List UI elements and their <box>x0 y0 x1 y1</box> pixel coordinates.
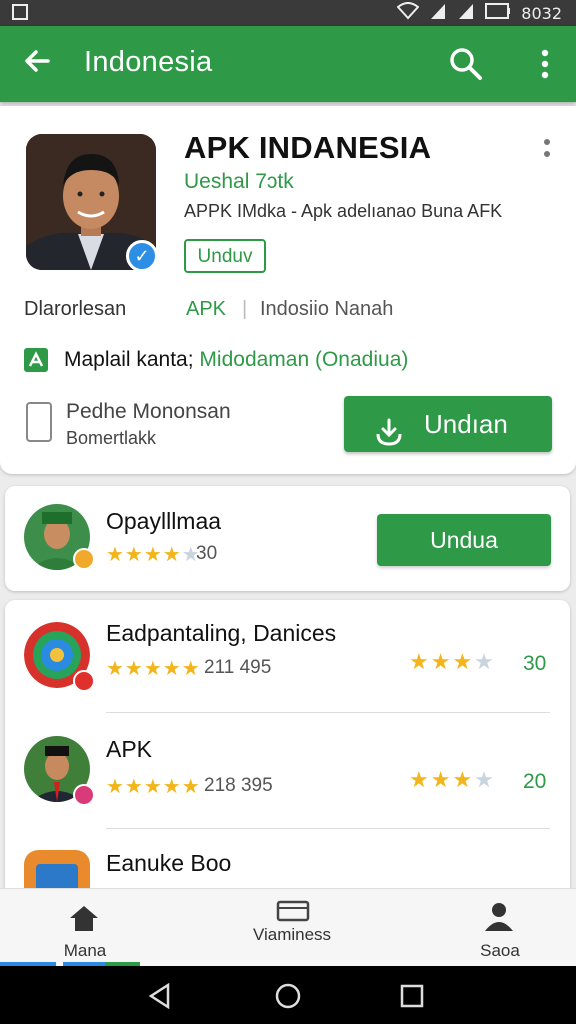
list-item-right-stars: ★★★★ <box>409 650 496 675</box>
download-icon <box>374 410 404 446</box>
app-developer[interactable]: Ueshal 7ɔtk <box>184 170 294 194</box>
meta-region: Indosiio Nanah <box>260 298 394 320</box>
list-item-right-stars: ★★★★ <box>409 768 496 793</box>
featured-app-card[interactable]: Opaylllmaa ★★★★★ 30 Undua <box>5 486 570 591</box>
list-item-title: Eanuke Boo <box>106 850 232 876</box>
list-item-title: Eadpantaling, Danices <box>106 620 337 646</box>
nav-item-window[interactable]: Viaminess <box>228 889 356 967</box>
home-circle-icon[interactable] <box>274 982 302 1015</box>
card-menu-icon[interactable] <box>540 136 554 162</box>
featured-install-button[interactable]: Undua <box>377 514 551 566</box>
list-item-right-value: 20 <box>523 770 547 793</box>
verified-badge-icon: ✓ <box>126 240 158 272</box>
nav-item-profile[interactable]: Saoa <box>450 889 550 967</box>
featured-rating-count: 30 <box>196 543 218 564</box>
app-toolbar: Indonesia <box>0 26 576 102</box>
featured-badge-icon <box>73 548 95 570</box>
list-item-rating-count: 211 495 <box>204 657 272 678</box>
signal-icon-2 <box>457 2 475 24</box>
status-time: 8032 <box>521 3 562 23</box>
info-link[interactable]: Midodaman (Onadiua) <box>199 348 408 372</box>
install-outline-button[interactable]: Unduv <box>184 239 266 273</box>
list-item-stars: ★★★★★ <box>106 656 201 680</box>
list-divider <box>106 712 550 713</box>
app-subtitle: APPK IMdka - Apk adelıanao Buna AFK <box>184 201 503 221</box>
featured-app-title: Opaylllmaa <box>106 508 222 534</box>
back-arrow-icon[interactable] <box>20 46 54 80</box>
home-icon <box>67 903 101 938</box>
device-icon <box>26 402 52 442</box>
more-options-icon[interactable] <box>530 46 560 82</box>
nav-label-home: Mana <box>63 941 107 960</box>
app-list-card: Eadpantaling, Danices ★★★★★ 211 495 ★★★★… <box>5 600 570 900</box>
wifi-icon <box>396 2 420 24</box>
meta-separator: | <box>242 298 248 320</box>
meta-type-link[interactable]: APK <box>186 298 226 321</box>
status-bar: 8032 <box>0 0 576 26</box>
device-subtitle: Bomertlakk <box>66 428 157 448</box>
info-row: Maplail kanta; Midodaman (Onadiua) <box>24 348 408 372</box>
toolbar-title: Indonesia <box>84 46 213 78</box>
notification-icon <box>12 4 28 20</box>
list-item-badge-icon <box>73 670 95 692</box>
recents-square-icon[interactable] <box>398 982 426 1015</box>
info-text: Maplail kanta; <box>64 348 194 371</box>
list-item-badge-icon <box>73 784 95 806</box>
status-icons: 8032 <box>396 2 562 24</box>
list-divider <box>106 828 550 829</box>
back-triangle-icon[interactable] <box>146 982 174 1015</box>
signal-icon <box>429 2 447 24</box>
meta-category: Dlarorlesan <box>24 298 127 320</box>
install-button[interactable]: Undıan <box>344 396 552 452</box>
install-button-label: Undıan <box>424 409 508 439</box>
list-item-title: APK <box>106 736 153 762</box>
featured-stars: ★★★★★ <box>106 542 201 566</box>
window-icon <box>276 899 310 928</box>
search-icon[interactable] <box>446 44 486 84</box>
battery-icon <box>485 3 511 23</box>
nav-label-window: Viaminess <box>252 925 332 944</box>
person-icon <box>482 899 516 938</box>
app-type-icon <box>24 348 48 372</box>
app-detail-card: ✓ APK INDANESIA Ueshal 7ɔtk APPK IMdka -… <box>0 106 576 474</box>
nav-label-profile: Saoa <box>480 941 520 960</box>
list-item-stars: ★★★★★ <box>106 774 201 798</box>
list-item-right-value: 30 <box>523 652 547 675</box>
app-title: APK INDANESIA <box>184 130 432 165</box>
bottom-navigation: Mana Viaminess Saoa <box>0 888 576 967</box>
nav-item-home[interactable]: Mana <box>30 889 140 967</box>
system-navigation-bar <box>0 966 576 1024</box>
device-title: Pedhe Mononsan <box>66 400 231 423</box>
list-item-rating-count: 218 395 <box>204 775 273 796</box>
